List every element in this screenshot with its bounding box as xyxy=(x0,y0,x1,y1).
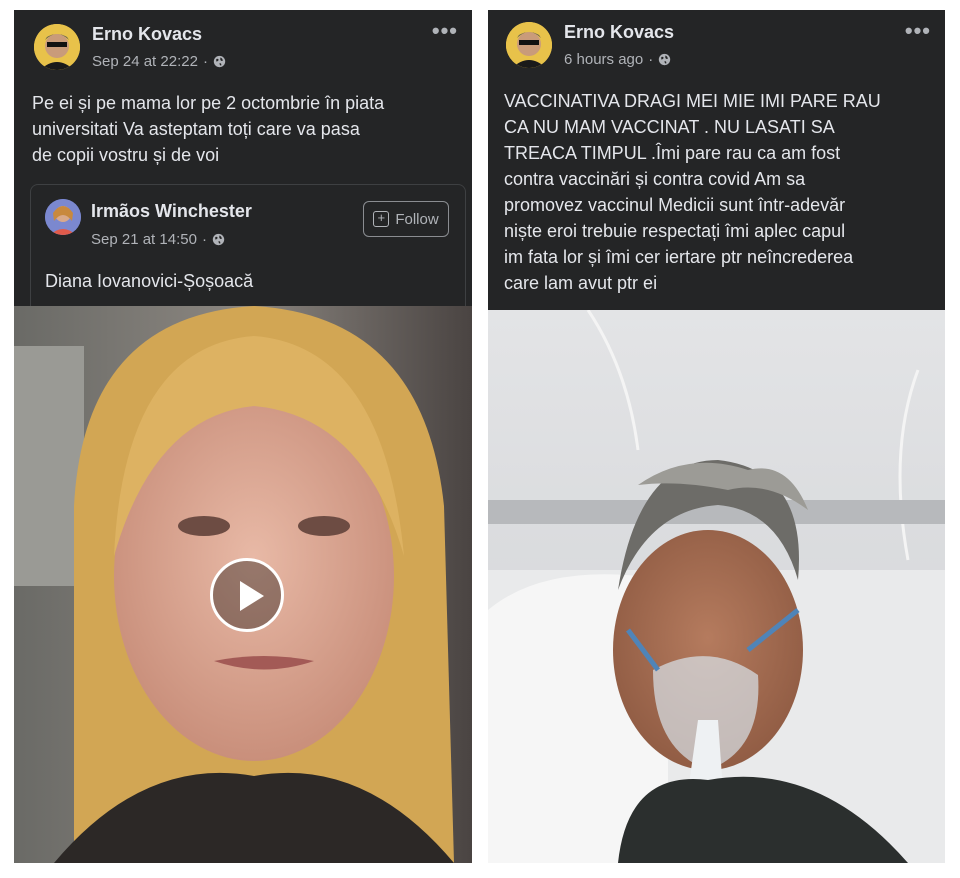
meta-separator: · xyxy=(648,51,654,68)
play-icon[interactable] xyxy=(210,558,284,632)
post-meta: 6 hours ago · xyxy=(564,51,671,68)
shared-timestamp[interactable]: Sep 21 at 14:50 xyxy=(91,231,197,248)
more-options-icon[interactable]: ••• xyxy=(432,20,458,42)
more-options-icon[interactable]: ••• xyxy=(905,20,931,42)
post-text: VACCINATIVA DRAGI MEI MIE IMI PARE RAU C… xyxy=(504,91,881,293)
author-avatar[interactable] xyxy=(34,24,80,70)
post-timestamp[interactable]: Sep 24 at 22:22 xyxy=(92,53,198,70)
meta-separator: · xyxy=(201,231,207,248)
shared-caption: Diana Iovanovici-Șoșoacă xyxy=(45,271,254,291)
shared-author-name[interactable]: Irmãos Winchester xyxy=(91,201,252,222)
author-name[interactable]: Erno Kovacs xyxy=(92,24,202,45)
left-post-card: Erno Kovacs Sep 24 at 22:22 · ••• Pe ei … xyxy=(14,10,472,863)
globe-icon xyxy=(212,233,225,246)
shared-post[interactable]: Irmãos Winchester Sep 21 at 14:50 · + Fo… xyxy=(30,184,466,310)
hospital-photo-image xyxy=(488,310,945,863)
video-thumbnail[interactable] xyxy=(14,306,472,863)
post-header: Erno Kovacs 6 hours ago · ••• xyxy=(488,10,945,88)
author-name[interactable]: Erno Kovacs xyxy=(564,22,674,43)
post-timestamp[interactable]: 6 hours ago xyxy=(564,51,643,68)
post-meta: Sep 24 at 22:22 · xyxy=(92,53,226,70)
author-avatar[interactable] xyxy=(506,22,552,68)
post-header: Erno Kovacs Sep 24 at 22:22 · ••• xyxy=(14,10,472,88)
post-photo[interactable] xyxy=(488,310,945,863)
follow-button[interactable]: + Follow xyxy=(363,201,449,237)
shared-author-avatar[interactable] xyxy=(45,199,81,235)
globe-icon xyxy=(659,53,671,66)
right-post-card: Erno Kovacs 6 hours ago · ••• VACCINATIV… xyxy=(488,10,945,863)
shared-meta: Sep 21 at 14:50 · xyxy=(91,231,225,248)
follow-label: Follow xyxy=(395,210,439,228)
globe-icon xyxy=(213,55,226,68)
follow-icon: + xyxy=(373,211,390,227)
post-text: Pe ei și pe mama lor pe 2 octombrie în p… xyxy=(32,93,385,165)
meta-separator: · xyxy=(202,53,208,70)
